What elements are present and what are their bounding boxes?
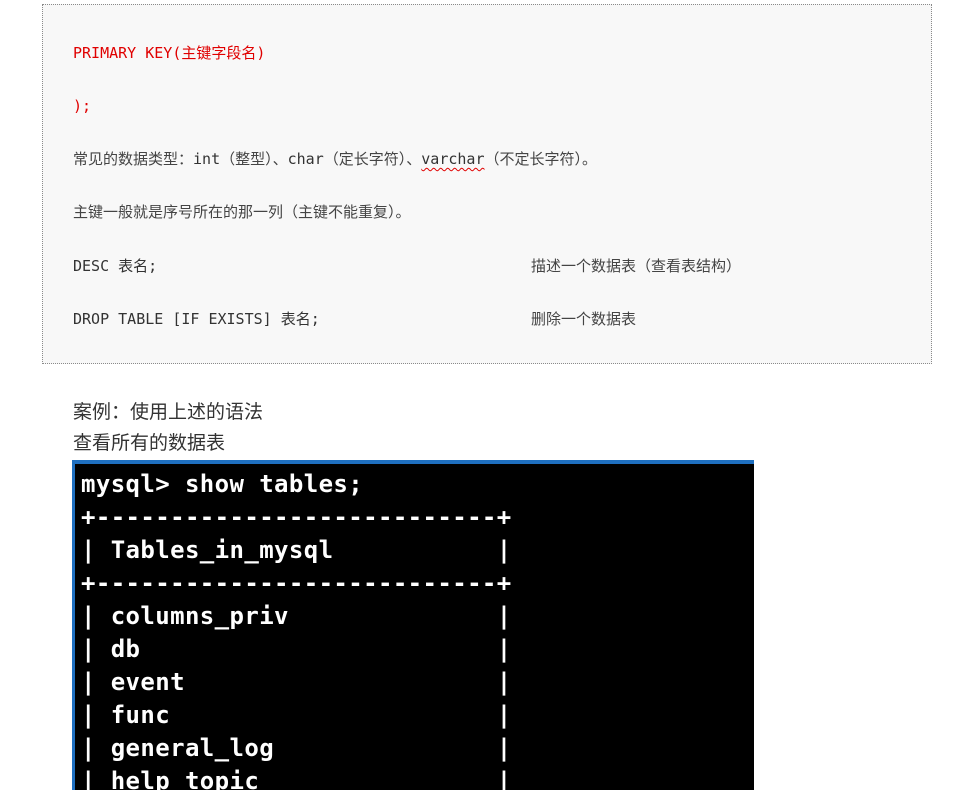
code-line-data-types: 常见的数据类型：int（整型）、char（定长字符）、varchar（不定长字符… — [73, 149, 597, 169]
terminal-line: mysql> show tables; — [81, 470, 364, 498]
type-int: int — [193, 150, 221, 168]
terminal-line: | Tables_in_mysql | — [81, 536, 512, 564]
code-line-pk-note: 主键一般就是序号所在的那一列（主键不能重复）。 — [73, 203, 411, 221]
desc-description: 描述一个数据表（查看表结构） — [531, 257, 742, 275]
terminal-line: +---------------------------+ — [81, 503, 512, 531]
type-int-desc: （整型）、 — [220, 150, 288, 168]
code-line-primary-key: PRIMARY KEY(主键字段名) — [73, 44, 266, 62]
types-prefix: 常见的数据类型： — [73, 150, 194, 168]
drop-description: 删除一个数据表 — [531, 310, 637, 328]
terminal-line: | columns_priv | — [81, 602, 512, 630]
terminal-line: | event | — [81, 668, 512, 696]
type-char: char — [287, 150, 324, 168]
terminal-line: +---------------------------+ — [81, 569, 512, 597]
case-heading: 案例：使用上述的语法 — [73, 401, 264, 423]
code-block: PRIMARY KEY(主键字段名) ); 常见的数据类型：int（整型）、ch… — [42, 4, 932, 364]
code-line-drop: DROP TABLE [IF EXISTS] 表名; — [73, 310, 320, 328]
code-line-desc: DESC 表名; — [73, 257, 158, 275]
terminal-screenshot: mysql> show tables; +-------------------… — [72, 460, 754, 790]
type-varchar-desc: （不定长字符）。 — [484, 150, 597, 168]
type-char-desc: （定长字符）、 — [323, 150, 422, 168]
code-line-close: ); — [73, 97, 92, 115]
type-varchar: varchar — [421, 150, 485, 168]
terminal-line: | func | — [81, 701, 512, 729]
terminal-line: | general_log | — [81, 734, 512, 762]
terminal-line: | db | — [81, 635, 512, 663]
terminal-line: | help_topic | — [81, 767, 512, 790]
view-all-tables-text: 查看所有的数据表 — [73, 432, 226, 454]
